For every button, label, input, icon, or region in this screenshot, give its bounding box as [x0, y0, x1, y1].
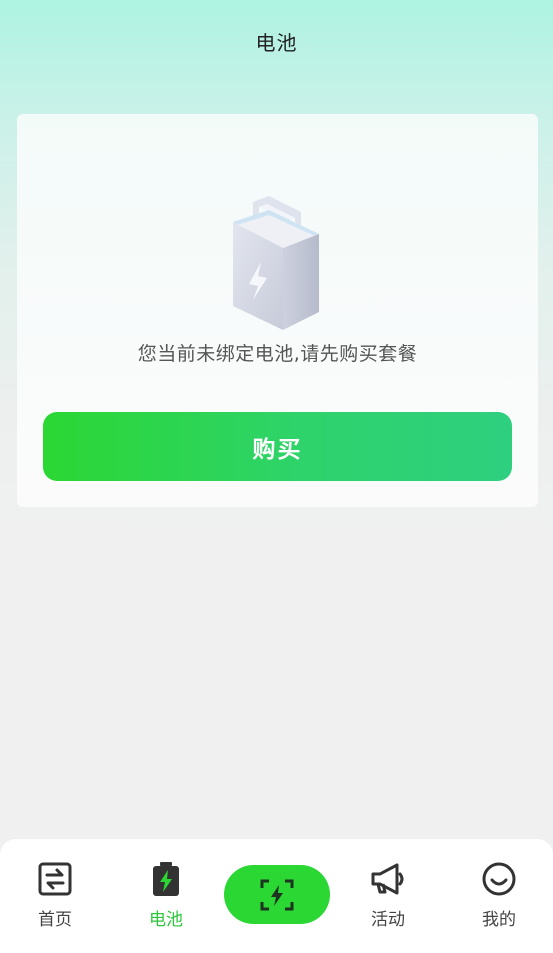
empty-message: 您当前未绑定电池,请先购买套餐 [137, 343, 418, 365]
battery-empty-card: 您当前未绑定电池,请先购买套餐 购买 [17, 114, 538, 507]
megaphone-icon [371, 863, 404, 895]
buy-button[interactable]: 购买 [43, 412, 512, 481]
tab-mine[interactable]: 我的 [454, 861, 544, 931]
page-title: 电池 [255, 30, 298, 55]
tab-battery-label: 电池 [149, 910, 183, 930]
tab-home-label: 首页 [38, 910, 72, 930]
battery-illustration-icon [233, 196, 319, 330]
battery-icon [153, 862, 179, 896]
scan-charge-icon [260, 879, 294, 910]
scan-charge-button[interactable] [224, 865, 330, 924]
swap-icon [38, 862, 72, 896]
tab-activity-label: 活动 [371, 910, 405, 930]
tab-activity[interactable]: 活动 [343, 861, 433, 931]
bottom-tab-bar: 首页 电池 活动 我的 [0, 839, 553, 953]
tab-battery[interactable]: 电池 [121, 861, 211, 931]
tab-mine-label: 我的 [482, 910, 516, 930]
smile-icon [482, 862, 516, 896]
tab-home[interactable]: 首页 [10, 861, 100, 931]
top-header: 电池 [0, 0, 553, 82]
